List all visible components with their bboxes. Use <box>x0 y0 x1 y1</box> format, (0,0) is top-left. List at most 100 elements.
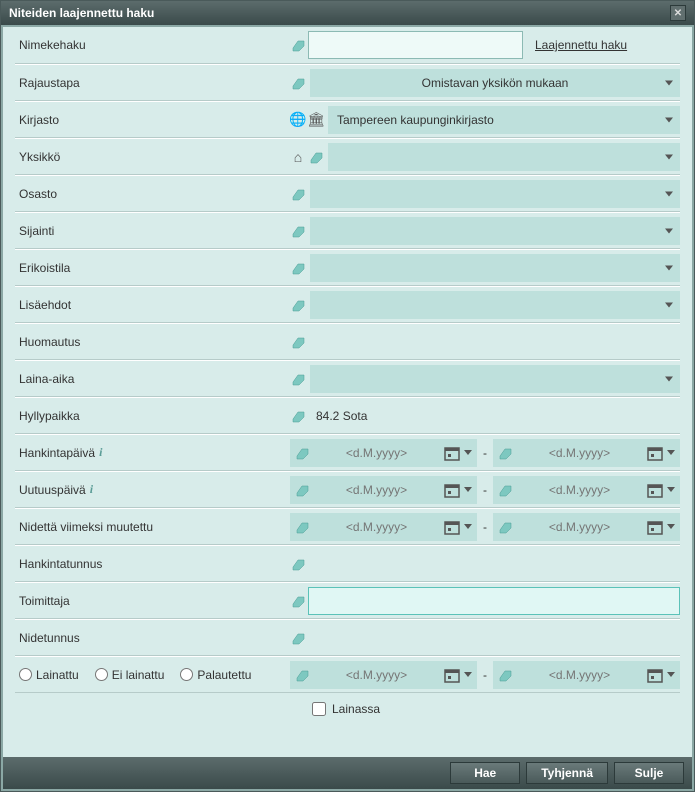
rajaustapa-value: Omistavan yksikön mukaan <box>422 76 569 90</box>
label-hyllypaikka: Hyllypaikka <box>15 409 290 423</box>
eraser-icon[interactable] <box>308 150 324 164</box>
hankintapaiva-to-input[interactable] <box>515 446 644 460</box>
eraser-icon[interactable] <box>290 409 306 423</box>
label-uutuuspaiva: Uutuuspäivä i <box>15 482 290 497</box>
chevron-down-icon <box>665 117 673 122</box>
row-uutuuspaiva: Uutuuspäivä i - <box>15 471 680 508</box>
lisaehdot-dropdown[interactable] <box>310 291 680 319</box>
row-nidetta-viimeksi: Nidettä viimeksi muutettu - <box>15 508 680 545</box>
chevron-down-icon <box>665 228 673 233</box>
calendar-icon[interactable] <box>646 481 664 499</box>
radio-lainattu[interactable]: Lainattu <box>19 668 79 682</box>
hae-button[interactable]: Hae <box>450 762 520 784</box>
hankintapaiva-from-input[interactable] <box>312 446 441 460</box>
chevron-down-icon[interactable] <box>666 672 676 677</box>
eraser-icon[interactable] <box>294 446 310 460</box>
yksikko-dropdown[interactable] <box>328 143 680 171</box>
row-lainassa: Lainassa <box>15 693 680 725</box>
home-icon[interactable]: ⌂ <box>290 149 306 165</box>
lainassa-checkbox[interactable] <box>312 702 326 716</box>
row-nidetunnus: Nidetunnus <box>15 619 680 656</box>
calendar-icon[interactable] <box>443 666 461 684</box>
calendar-icon[interactable] <box>443 518 461 536</box>
dialog-title: Niteiden laajennettu haku <box>9 6 154 20</box>
erikoistila-dropdown[interactable] <box>310 254 680 282</box>
eraser-icon[interactable] <box>290 76 306 90</box>
chevron-down-icon <box>665 302 673 307</box>
sulje-button[interactable]: Sulje <box>614 762 684 784</box>
building-icon[interactable]: 🏛 <box>308 112 324 128</box>
loan-from-input[interactable] <box>312 668 441 682</box>
uutuuspaiva-to-input[interactable] <box>515 483 644 497</box>
close-icon[interactable]: ✕ <box>670 5 686 21</box>
info-icon[interactable]: i <box>99 445 102 460</box>
eraser-icon[interactable] <box>294 483 310 497</box>
label-nimekehaku: Nimekehaku <box>15 38 290 52</box>
form-area: Nimekehaku Laajennettu haku Rajaustapa O… <box>3 27 692 757</box>
row-nimekehaku: Nimekehaku Laajennettu haku <box>15 27 680 64</box>
eraser-icon[interactable] <box>290 298 306 312</box>
globe-icon[interactable]: 🌐 <box>290 112 306 128</box>
eraser-icon[interactable] <box>290 261 306 275</box>
eraser-icon[interactable] <box>497 446 513 460</box>
chevron-down-icon[interactable] <box>666 450 676 455</box>
calendar-icon[interactable] <box>646 518 664 536</box>
row-loan-status: Lainattu Ei lainattu Palautettu - <box>15 656 680 693</box>
calendar-icon[interactable] <box>443 481 461 499</box>
label-hankintatunnus: Hankintatunnus <box>15 557 290 571</box>
eraser-icon[interactable] <box>497 668 513 682</box>
eraser-icon[interactable] <box>290 594 306 608</box>
toimittaja-input[interactable] <box>308 587 680 615</box>
chevron-down-icon[interactable] <box>463 524 473 529</box>
nimekehaku-input[interactable] <box>308 31 523 59</box>
chevron-down-icon[interactable] <box>463 450 473 455</box>
label-nidetunnus: Nidetunnus <box>15 631 290 645</box>
chevron-down-icon[interactable] <box>463 487 473 492</box>
row-osasto: Osasto <box>15 175 680 212</box>
radio-ei-lainattu[interactable]: Ei lainattu <box>95 668 165 682</box>
dialog-footer: Hae Tyhjennä Sulje <box>3 757 692 789</box>
calendar-icon[interactable] <box>646 444 664 462</box>
eraser-icon[interactable] <box>290 372 306 386</box>
range-dash: - <box>479 483 491 497</box>
radio-palautettu[interactable]: Palautettu <box>180 668 251 682</box>
tyhjenna-button[interactable]: Tyhjennä <box>526 762 608 784</box>
eraser-icon[interactable] <box>290 38 306 52</box>
chevron-down-icon[interactable] <box>666 487 676 492</box>
chevron-down-icon[interactable] <box>463 672 473 677</box>
nidetta-to-input[interactable] <box>515 520 644 534</box>
label-hankintapaiva: Hankintapäivä i <box>15 445 290 460</box>
range-dash: - <box>479 520 491 534</box>
sijainti-dropdown[interactable] <box>310 217 680 245</box>
eraser-icon[interactable] <box>497 483 513 497</box>
eraser-icon[interactable] <box>294 520 310 534</box>
eraser-icon[interactable] <box>294 668 310 682</box>
eraser-icon[interactable] <box>290 187 306 201</box>
label-kirjasto: Kirjasto <box>15 113 290 127</box>
extended-search-link[interactable]: Laajennettu haku <box>535 38 627 52</box>
dialog: Niteiden laajennettu haku ✕ Nimekehaku L… <box>0 0 695 792</box>
eraser-icon[interactable] <box>290 631 306 645</box>
eraser-icon[interactable] <box>290 335 306 349</box>
kirjasto-value: Tampereen kaupunginkirjasto <box>337 113 494 127</box>
eraser-icon[interactable] <box>290 557 306 571</box>
chevron-down-icon[interactable] <box>666 524 676 529</box>
row-sijainti: Sijainti <box>15 212 680 249</box>
label-rajaustapa: Rajaustapa <box>15 76 290 90</box>
rajaustapa-dropdown[interactable]: Omistavan yksikön mukaan <box>310 69 680 97</box>
calendar-icon[interactable] <box>646 666 664 684</box>
kirjasto-dropdown[interactable]: Tampereen kaupunginkirjasto <box>328 106 680 134</box>
nidetta-from-input[interactable] <box>312 520 441 534</box>
calendar-icon[interactable] <box>443 444 461 462</box>
eraser-icon[interactable] <box>290 224 306 238</box>
row-huomautus: Huomautus <box>15 323 680 360</box>
eraser-icon[interactable] <box>497 520 513 534</box>
uutuuspaiva-from-input[interactable] <box>312 483 441 497</box>
loan-to-input[interactable] <box>515 668 644 682</box>
info-icon[interactable]: i <box>90 482 93 497</box>
lainassa-label: Lainassa <box>332 702 380 716</box>
chevron-down-icon <box>665 265 673 270</box>
laina-aika-dropdown[interactable] <box>310 365 680 393</box>
osasto-dropdown[interactable] <box>310 180 680 208</box>
label-sijainti: Sijainti <box>15 224 290 238</box>
